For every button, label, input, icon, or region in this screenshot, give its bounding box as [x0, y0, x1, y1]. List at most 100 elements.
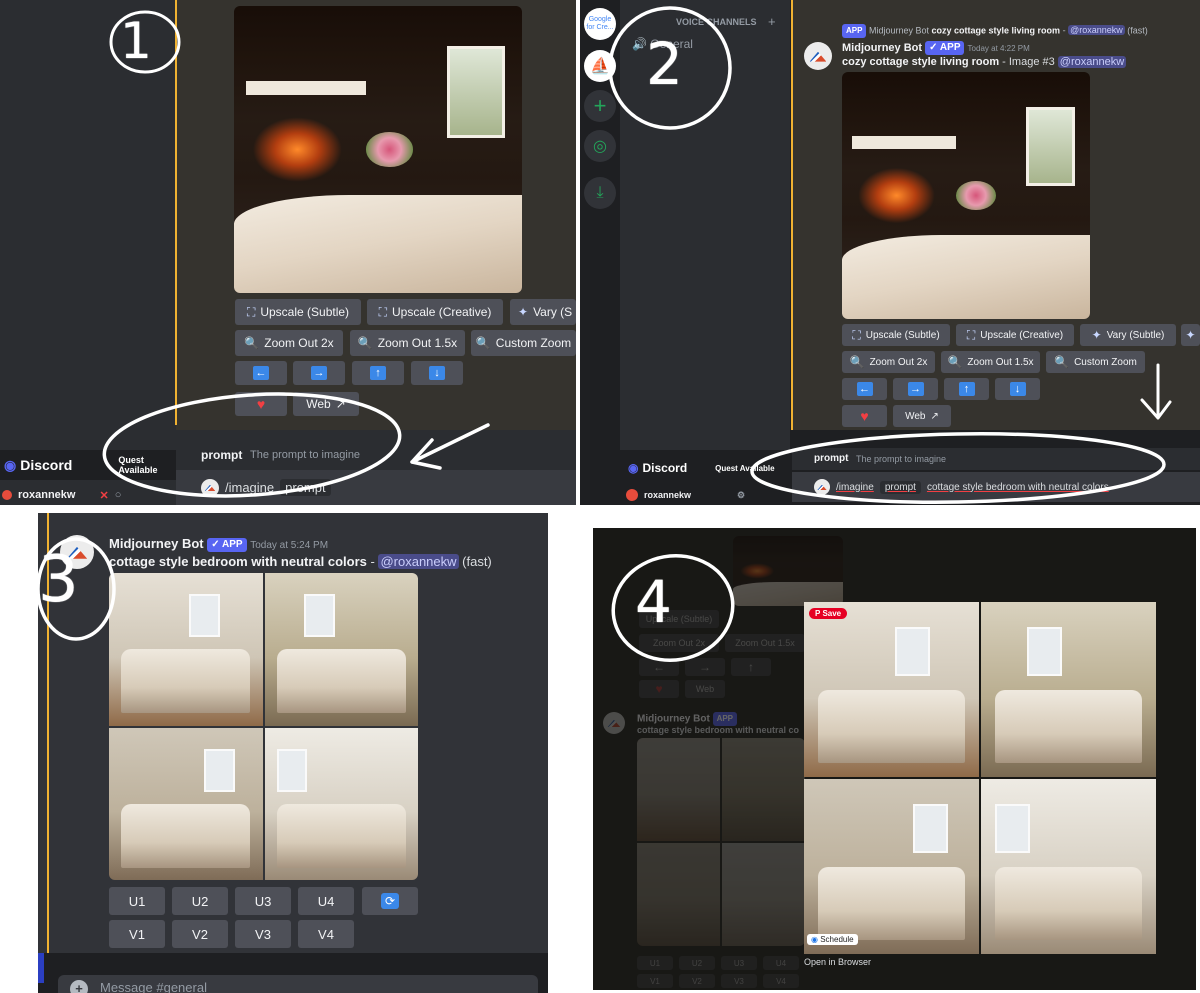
message-input[interactable]: + Message #general: [58, 975, 538, 993]
panel-2: Google for Cre... ⛵ + ◎ ⤓ VOICE CHANNELS…: [580, 0, 1200, 505]
window: [188, 594, 220, 638]
custom-zoom-button[interactable]: 🔍 Custom Zoom: [1046, 351, 1145, 373]
add-server-icon[interactable]: +: [584, 90, 616, 122]
magnifier-icon: 🔍: [475, 336, 491, 350]
quest-badge[interactable]: Quest Available: [118, 455, 176, 475]
option-chip[interactable]: prompt: [280, 479, 331, 496]
variation-1-button[interactable]: V1: [109, 920, 165, 948]
explore-icon[interactable]: ◎: [584, 130, 616, 162]
hint-option-description: The prompt to imagine: [856, 454, 947, 464]
upscale-3-button[interactable]: U3: [235, 887, 291, 915]
zoom-out-1-5x-button[interactable]: 🔍 Zoom Out 1.5x: [350, 330, 465, 356]
open-in-browser-link[interactable]: Open in Browser: [804, 957, 871, 967]
web-link-button[interactable]: Web ↗: [893, 405, 951, 427]
app-badge-label: APP: [222, 538, 243, 550]
grid-image-4[interactable]: [264, 727, 418, 880]
upscale-subtle-button[interactable]: ⛶ Upscale (Subtle): [235, 299, 361, 325]
button-label: Web: [905, 410, 926, 422]
reply-author: Midjourney Bot: [868, 25, 929, 36]
pan-down-button[interactable]: ↓: [411, 361, 463, 385]
grid-image-1[interactable]: [109, 573, 263, 726]
add-attachment-icon[interactable]: +: [70, 980, 88, 993]
pan-left-button[interactable]: ←: [842, 378, 887, 400]
pan-up-button[interactable]: ↑: [944, 378, 989, 400]
upscale-4-button[interactable]: U4: [298, 887, 354, 915]
favorite-button[interactable]: ♥: [235, 392, 287, 416]
button-label: U2: [191, 893, 209, 909]
living-room-image[interactable]: [842, 72, 1090, 319]
message-input[interactable]: /imagine prompt cottage style bedroom wi…: [792, 472, 1200, 502]
grid-image-2[interactable]: [264, 573, 418, 726]
message-header: Midjourney Bot ✓ APP Today at 5:24 PM: [109, 536, 328, 552]
add-channel-icon[interactable]: +: [768, 14, 776, 29]
variation-4-button[interactable]: V4: [298, 920, 354, 948]
grid-image-3[interactable]: [804, 779, 979, 954]
button-label: Custom Zoom: [1074, 356, 1137, 368]
arrow-right-icon: →: [311, 366, 327, 380]
app-badge: APP: [842, 24, 867, 38]
expanded-image-grid[interactable]: [804, 602, 1156, 954]
heart-icon: ♥: [256, 396, 266, 412]
image-grid[interactable]: [109, 573, 418, 880]
variation-2-button[interactable]: V2: [172, 920, 228, 948]
magnifier-icon: 🔍: [947, 355, 963, 369]
reply-preview[interactable]: APP Midjourney Bot cozy cottage style li…: [842, 24, 1148, 38]
grid-image-1[interactable]: [804, 602, 979, 777]
download-icon[interactable]: ⤓: [584, 177, 616, 209]
mute-icon[interactable]: ✕: [99, 489, 108, 502]
accent-strip: [38, 953, 44, 983]
discord-promo-bar: ◉ Discord Quest Available: [622, 455, 790, 481]
user-avatar[interactable]: [626, 489, 638, 501]
grid-image-4[interactable]: [981, 779, 1156, 954]
user-mention[interactable]: @roxannekw: [378, 554, 459, 569]
user-avatar[interactable]: [2, 490, 12, 500]
living-room-image[interactable]: [234, 6, 522, 293]
reply-mention[interactable]: @roxannekw: [1068, 25, 1125, 36]
zoom-out-1-5x-button[interactable]: 🔍 Zoom Out 1.5x: [941, 351, 1040, 373]
zoom-out-2x-button[interactable]: 🔍 Zoom Out 2x: [235, 330, 343, 356]
reroll-button[interactable]: ⟳: [362, 887, 418, 915]
headset-icon[interactable]: ○: [115, 489, 122, 501]
bot-avatar[interactable]: [804, 42, 832, 70]
zoom-out-2x-button[interactable]: 🔍 Zoom Out 2x: [842, 351, 935, 373]
settings-icon[interactable]: ⚙: [737, 490, 745, 501]
web-link-button[interactable]: Web ↗: [293, 392, 359, 416]
username: roxannekw: [644, 490, 692, 500]
schedule-button[interactable]: ◉ Schedule: [807, 934, 858, 945]
pan-right-button[interactable]: →: [893, 378, 938, 400]
favorite-button[interactable]: ♥: [842, 405, 887, 427]
pan-left-button[interactable]: ←: [235, 361, 287, 385]
bed: [121, 649, 251, 714]
custom-zoom-button[interactable]: 🔍 Custom Zoom: [471, 330, 576, 356]
variation-3-button[interactable]: V3: [235, 920, 291, 948]
bot-name[interactable]: Midjourney Bot: [109, 536, 204, 551]
midjourney-server-icon[interactable]: ⛵: [584, 50, 616, 82]
upscale-creative-button[interactable]: ⛶ Upscale (Creative): [956, 324, 1074, 346]
window: [204, 748, 235, 792]
pinterest-save-button[interactable]: P Save: [809, 608, 848, 619]
button-label: Web: [306, 397, 331, 411]
command-text: /imagine: [225, 480, 275, 495]
grid-image-3[interactable]: [109, 727, 263, 880]
upscale-creative-button[interactable]: ⛶ Upscale (Creative): [367, 299, 503, 325]
grid-image-2[interactable]: [981, 602, 1156, 777]
discord-logo: ◉ Discord: [4, 457, 72, 474]
message-input[interactable]: /imagine prompt: [176, 470, 576, 505]
pan-up-button[interactable]: ↑: [352, 361, 404, 385]
flowers: [956, 180, 996, 211]
quest-badge[interactable]: Quest Available: [715, 464, 774, 473]
vary-subtle-button[interactable]: ✦ Vary (Subtle): [1080, 324, 1176, 346]
bot-name[interactable]: Midjourney Bot: [842, 42, 922, 54]
upscale-2-button[interactable]: U2: [172, 887, 228, 915]
user-mention[interactable]: @roxannekw: [1057, 56, 1127, 68]
vary-subtle-button[interactable]: ✦ Vary (S: [510, 299, 576, 325]
pan-right-button[interactable]: →: [293, 361, 345, 385]
pan-down-button[interactable]: ↓: [995, 378, 1040, 400]
google-server-icon[interactable]: Google for Cre...: [584, 8, 616, 40]
upscale-1-button[interactable]: U1: [109, 887, 165, 915]
vary-strong-button[interactable]: ✦: [1181, 324, 1200, 346]
option-chip[interactable]: prompt: [879, 480, 921, 494]
button-label: V1: [129, 926, 145, 942]
sofa-throw: [234, 195, 522, 293]
upscale-subtle-button[interactable]: ⛶ Upscale (Subtle): [842, 324, 950, 346]
